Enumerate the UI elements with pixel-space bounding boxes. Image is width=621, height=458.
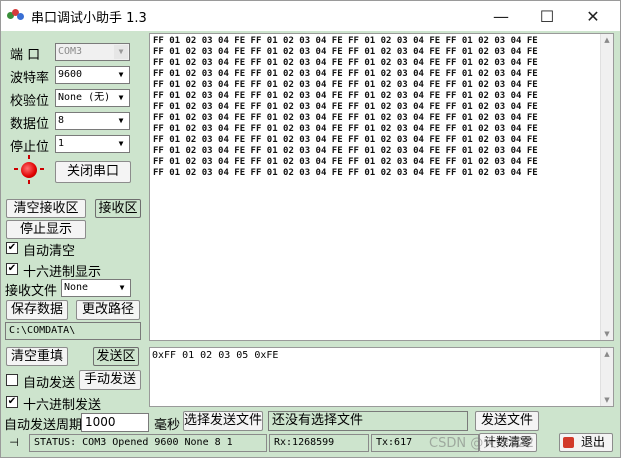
parity-select[interactable]: None (无) ▼ [55,89,130,107]
receive-scrollbar[interactable]: ▲ ▼ [600,34,613,340]
send-area-label: 发送区 [93,347,139,366]
recv-file-label: 接收文件 [5,284,58,299]
baud-value: 9600 [58,69,83,80]
recv-file-value: None [64,282,89,293]
select-send-file-button[interactable]: 选择发送文件 [183,411,263,431]
save-path-field: C:\COMDATA\ [5,322,141,340]
send-textarea[interactable]: 0xFF 01 02 03 05 0xFE ▲ ▼ [149,347,614,407]
stopbits-label: 停止位 [10,140,50,155]
close-button[interactable]: ✕ [570,1,616,31]
app-icon [7,9,25,23]
hex-display-checkbox[interactable]: ✔ [6,263,18,275]
close-icon: ✕ [586,6,600,26]
file-status-field: 还没有选择文件 [268,411,468,431]
baud-label: 波特率 [10,71,50,86]
port-status-led-icon [21,162,37,178]
port-select[interactable]: COM3 ▼ [55,43,130,61]
minimize-icon: — [493,6,509,26]
recv-file-select[interactable]: None ▼ [61,279,131,297]
led-ray [40,168,44,170]
period-unit-label: 毫秒 [154,418,181,433]
auto-send-label: 自动发送 [23,376,76,391]
baud-select[interactable]: 9600 ▼ [55,66,130,84]
chevron-down-icon: ▼ [115,281,129,295]
scroll-up-icon[interactable]: ▲ [601,348,613,360]
plug-icon: ⊣ [9,436,19,449]
period-label: 自动发送周期 [4,418,83,433]
stop-display-button[interactable]: 停止显示 [6,220,86,239]
minimize-button[interactable]: — [478,1,524,31]
led-ray [28,180,30,184]
led-ray [28,155,30,159]
scroll-down-icon[interactable]: ▼ [601,328,613,340]
parity-value: None (无) [58,92,111,103]
rx-count: Rx:1268599 [269,434,369,452]
exit-button[interactable]: 退出 [559,433,613,452]
save-data-button[interactable]: 保存数据 [6,300,68,320]
databits-value: 8 [58,115,65,126]
parity-label: 校验位 [10,94,50,109]
hex-display-label: 十六进制显示 [23,265,102,280]
change-path-button[interactable]: 更改路径 [76,300,140,320]
send-text: 0xFF 01 02 03 05 0xFE [152,350,279,361]
exit-button-label: 退出 [580,435,605,449]
scroll-down-icon[interactable]: ▼ [601,394,613,406]
chevron-down-icon: ▼ [114,45,128,59]
databits-select[interactable]: 8 ▼ [55,112,130,130]
period-input[interactable]: 1000 [81,413,149,432]
stopbits-select[interactable]: 1 ▼ [55,135,130,153]
window-title: 串口调试小助手 1.3 [31,10,147,26]
chevron-down-icon: ▼ [114,137,128,151]
stopbits-value: 1 [58,138,65,149]
manual-send-button[interactable]: 手动发送 [79,370,141,390]
led-ray [14,168,18,170]
receive-textarea[interactable]: FF 01 02 03 04 FE FF 01 02 03 04 FE FF 0… [149,33,614,341]
hex-send-label: 十六进制发送 [23,398,102,413]
maximize-button[interactable]: ☐ [524,1,570,31]
serial-assistant-window: 串口调试小助手 1.3 — ☐ ✕ 端 口 COM3 ▼ 波特率 9600 ▼ … [0,0,621,458]
maximize-icon: ☐ [539,6,555,26]
auto-clear-label: 自动清空 [23,244,76,259]
scroll-up-icon[interactable]: ▲ [601,34,613,46]
port-label: 端 口 [10,48,41,63]
watermark: CSDN @天津822 [429,436,535,451]
chevron-down-icon: ▼ [114,91,128,105]
status-text: STATUS: COM3 Opened 9600 None 8 1 [29,434,267,452]
auto-clear-checkbox[interactable]: ✔ [6,242,18,254]
databits-label: 数据位 [10,117,50,132]
close-port-button[interactable]: 关闭串口 [55,161,131,183]
exit-icon [563,437,574,448]
port-value: COM3 [58,46,83,57]
receive-data-text: FF 01 02 03 04 FE FF 01 02 03 04 FE FF 0… [153,36,538,178]
receive-area-label: 接收区 [95,199,141,218]
clear-receive-button[interactable]: 清空接收区 [6,199,86,218]
send-file-button[interactable]: 发送文件 [475,411,539,431]
clear-send-button[interactable]: 清空重填 [6,347,68,366]
send-scrollbar[interactable]: ▲ ▼ [600,348,613,406]
title-bar: 串口调试小助手 1.3 — ☐ ✕ [1,1,620,31]
auto-send-checkbox[interactable] [6,374,18,386]
hex-send-checkbox[interactable]: ✔ [6,396,18,408]
chevron-down-icon: ▼ [114,68,128,82]
chevron-down-icon: ▼ [114,114,128,128]
